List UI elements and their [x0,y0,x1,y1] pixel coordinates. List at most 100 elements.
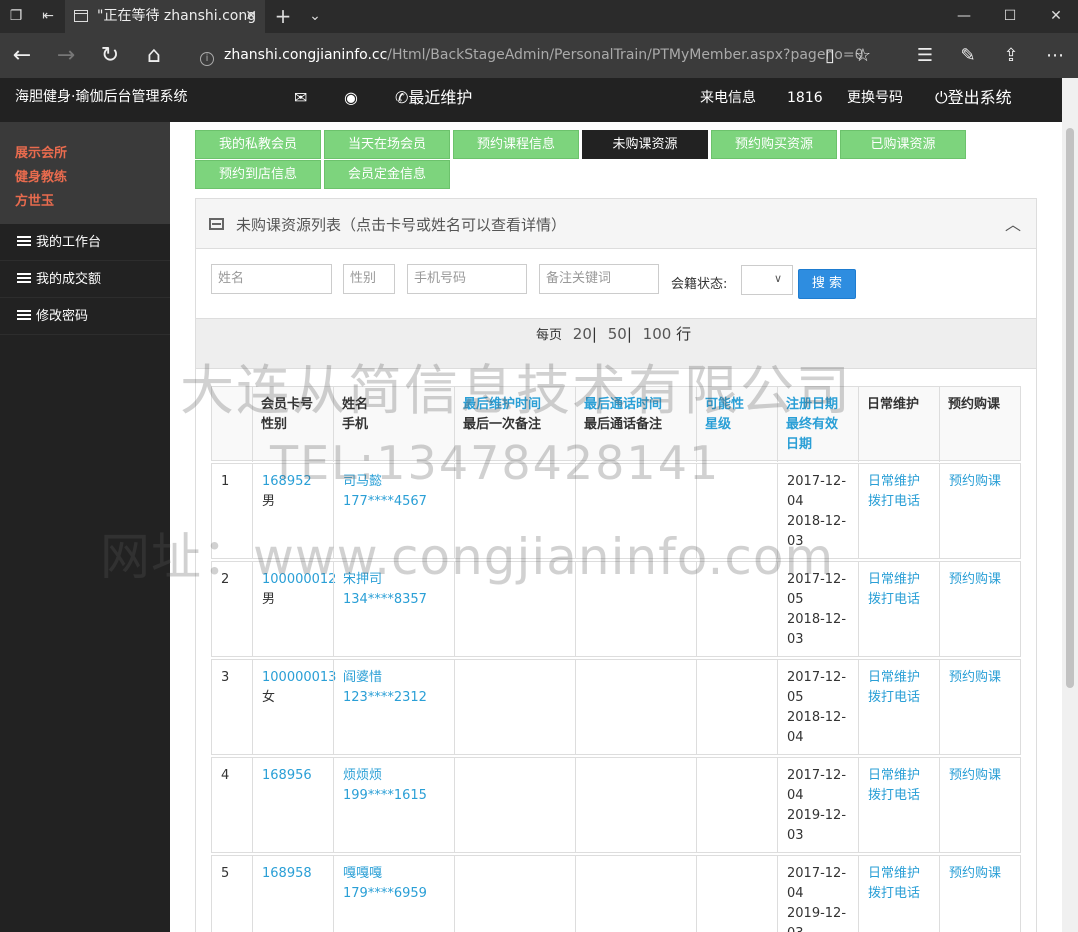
forward-icon[interactable]: → [44,33,88,78]
book-course-link[interactable]: 预约购课 [949,766,1020,786]
tab-manager-icon[interactable]: ❐ [0,0,32,33]
tab-purchased[interactable]: 已购课资源 [840,130,966,159]
col-header-sortable[interactable]: 最终有效 [786,415,858,435]
change-number-link[interactable]: 更换号码 [847,78,903,118]
col-header-sortable[interactable]: 日期 [786,435,858,455]
page-size-100[interactable]: 100 [643,325,672,343]
tab-close-icon[interactable]: ✕ [245,0,257,33]
member-card-link[interactable]: 100000013 [262,668,336,688]
page-size-20[interactable]: 20 [573,325,592,343]
scrollbar-thumb[interactable] [1066,128,1074,688]
gender-input[interactable]: 性别 [343,264,395,294]
search-button[interactable]: 搜 索 [798,269,856,299]
member-phone[interactable]: 134****8357 [343,590,454,610]
row-number: 5 [221,866,230,881]
app-brand[interactable]: 海胆健身·瑜伽后台管理系统 [15,78,187,116]
globe-icon[interactable]: ◉ [344,78,358,118]
page-scrollbar[interactable] [1062,78,1078,932]
member-card-link[interactable]: 168958 [262,864,333,884]
name-input[interactable]: 姓名 [211,264,332,294]
back-icon[interactable]: ← [0,33,44,78]
col-last-call[interactable]: 最后通话时间 最后通话备注 [575,387,696,462]
logout-link[interactable]: ⏻登出系统 [935,78,1012,118]
favorites-hub-icon[interactable]: ☰ [905,33,945,78]
maximize-icon[interactable]: ☐ [987,0,1033,33]
book-course-link[interactable]: 预约购课 [949,472,1020,492]
home-icon[interactable]: ⌂ [132,33,176,78]
book-course-link[interactable]: 预约购课 [949,570,1020,590]
share-icon[interactable]: ⇪ [991,33,1031,78]
col-register-date[interactable]: 注册日期 最终有效 日期 [777,387,858,462]
web-note-icon[interactable]: ✎ [948,33,988,78]
tab-deposits[interactable]: 会员定金信息 [324,160,450,189]
daily-maintain-link[interactable]: 日常维护 [868,668,939,688]
daily-maintain-cell: 日常维护 拨打电话 [858,856,939,932]
minimize-icon[interactable]: — [941,0,987,33]
call-phone-link[interactable]: 拨打电话 [868,786,939,806]
col-header-sortable[interactable]: 星级 [705,415,777,435]
member-name-link[interactable]: 司马懿 [343,472,454,492]
note-keyword-input[interactable]: 备注关键词 [539,264,659,294]
member-card-link[interactable]: 100000012 [262,570,336,590]
sidebar-item-password[interactable]: 修改密码 [0,298,170,335]
daily-maintain-link[interactable]: 日常维护 [868,864,939,884]
card-gender-cell: 100000012 男 [252,562,336,656]
favorite-star-icon[interactable]: ☆ [843,33,883,78]
member-name-link[interactable]: 阎婆惜 [343,668,454,688]
sidebar-item-workbench[interactable]: 我的工作台 [0,224,170,261]
url-field[interactable]: i zhanshi.congjianinfo.cc/Html/BackStageA… [200,33,864,78]
tab-my-members[interactable]: 我的私教会员 [195,130,321,159]
refresh-icon[interactable]: ↻ [88,33,132,78]
member-name-link[interactable]: 烦烦烦 [343,766,454,786]
daily-maintain-link[interactable]: 日常维护 [868,570,939,590]
tab-booked-visits[interactable]: 预约到店信息 [195,160,321,189]
col-possibility[interactable]: 可能性 星级 [696,387,777,462]
page-size-50[interactable]: 50 [608,325,627,343]
phone-input[interactable]: 手机号码 [407,264,527,294]
collapse-icon[interactable]: ︿ [1005,211,1021,235]
register-date: 2017-12- [787,670,847,685]
call-phone-link[interactable]: 拨打电话 [868,492,939,512]
name-phone-cell: 烦烦烦 199****1615 [333,758,454,852]
call-info-label: 来电信息 [700,90,756,106]
tab-dropdown-icon[interactable]: ⌄ [299,0,331,33]
col-header-sortable[interactable]: 注册日期 [786,395,858,415]
close-window-icon[interactable]: ✕ [1033,0,1078,33]
member-card-link[interactable]: 168952 [262,472,333,492]
member-name-link[interactable]: 嘎嘎嘎 [343,864,454,884]
member-card-link[interactable]: 168956 [262,766,333,786]
name-phone-cell: 嘎嘎嘎 179****6959 [333,856,454,932]
daily-maintain-link[interactable]: 日常维护 [868,766,939,786]
col-header: 预约购课 [948,397,1001,412]
set-tabs-aside-icon[interactable]: ⇤ [32,0,64,33]
member-name-link[interactable]: 宋押司 [343,570,454,590]
tab-unpurchased[interactable]: 未购课资源 [582,130,708,159]
book-course-link[interactable]: 预约购课 [949,668,1020,688]
col-header-sortable[interactable]: 最后通话时间 [584,395,696,415]
daily-maintain-link[interactable]: 日常维护 [868,472,939,492]
browser-tab[interactable]: "正在等待 zhanshi.cong ✕ [65,0,265,33]
more-icon[interactable]: ⋯ [1035,33,1075,78]
call-phone-link[interactable]: 拨打电话 [868,884,939,904]
col-header-sortable[interactable]: 最后维护时间 [463,395,575,415]
tab-today-onsite[interactable]: 当天在场会员 [324,130,450,159]
tab-booked-courses[interactable]: 预约课程信息 [453,130,579,159]
date-cell: 2017-12- 04 2019-12- 03 [777,758,858,852]
member-phone[interactable]: 123****2312 [343,688,454,708]
site-info-icon[interactable]: i [200,52,214,66]
membership-status-select[interactable]: ∨ [741,265,793,295]
book-course-link[interactable]: 预约购课 [949,864,1020,884]
call-phone-link[interactable]: 拨打电话 [868,590,939,610]
col-header-sortable[interactable]: 可能性 [705,395,777,415]
member-phone[interactable]: 199****1615 [343,786,454,806]
separator: | [591,325,597,343]
mail-icon[interactable]: ✉ [294,78,307,118]
new-tab-icon[interactable]: + [267,0,299,33]
sidebar-item-sales[interactable]: 我的成交额 [0,261,170,298]
call-phone-link[interactable]: 拨打电话 [868,688,939,708]
member-phone[interactable]: 177****4567 [343,492,454,512]
recent-maintain-link[interactable]: ✆最近维护 [395,78,472,118]
member-phone[interactable]: 179****6959 [343,884,454,904]
tab-booked-purchase[interactable]: 预约购买资源 [711,130,837,159]
col-last-maintain[interactable]: 最后维护时间 最后一次备注 [454,387,575,462]
